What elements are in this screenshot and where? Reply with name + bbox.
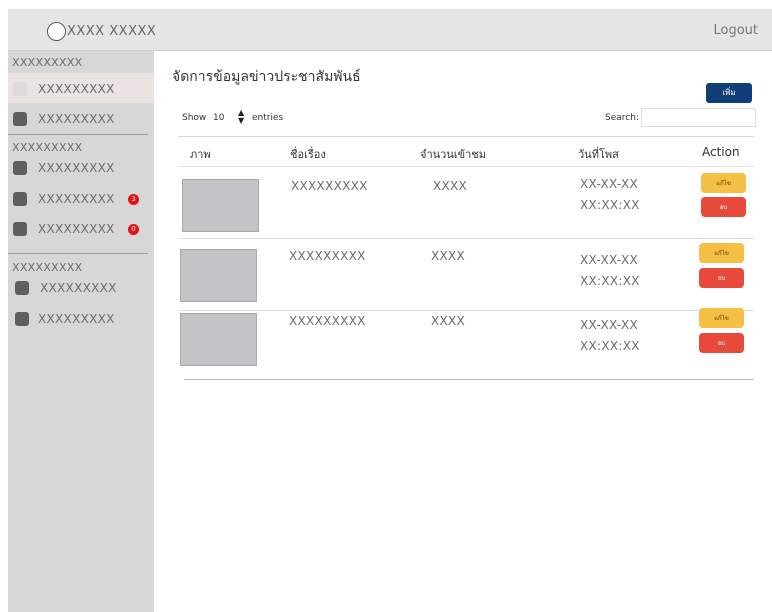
menu-square-icon — [13, 112, 27, 126]
table-header-border — [178, 166, 754, 167]
news-time: XX:XX:XX — [580, 339, 640, 353]
page-title: จัดการข้อมูลข่าวประชาสัมพันธ์ — [172, 69, 361, 85]
table-bottom-border — [184, 379, 754, 380]
table-top-border — [178, 136, 754, 137]
news-views: XXXX — [431, 249, 466, 263]
sort-arrows-icon: ▲ ▼ — [238, 108, 245, 125]
add-button[interactable]: เพิ่ม — [706, 83, 752, 103]
menu-square-icon — [13, 161, 27, 175]
news-title: XXXXXXXXX — [289, 314, 366, 328]
column-header-action: Action — [702, 145, 740, 159]
news-title: XXXXXXXXX — [289, 249, 366, 263]
sidebar-item-label: XXXXXXXXX — [38, 161, 115, 175]
column-header-views: จำนวนเข้าชม — [420, 148, 487, 161]
menu-square-icon — [13, 192, 27, 206]
entries-label: entries — [252, 113, 284, 123]
entries-value: 10 — [213, 113, 225, 123]
news-thumbnail — [180, 249, 257, 302]
column-header-image: ภาพ — [190, 148, 211, 161]
sidebar-item[interactable]: XXXXXXXXX 0 — [8, 216, 154, 242]
sidebar: XXXXXXXXX XXXXXXXXX XXXXXXXXX XXXXXXXXX … — [8, 51, 154, 612]
menu-square-icon — [13, 222, 27, 236]
news-date: XX-XX-XX — [580, 177, 638, 191]
entries-select[interactable]: 10 ▲ ▼ — [208, 109, 248, 127]
sidebar-item[interactable]: XXXXXXXXX — [8, 73, 154, 103]
column-header-date: วันที่โพส — [578, 148, 619, 161]
search-label: Search: — [605, 113, 639, 123]
sidebar-item[interactable]: XXXXXXXXX — [8, 306, 154, 332]
edit-button[interactable]: แก้ไข — [701, 173, 746, 193]
sidebar-item-label: XXXXXXXXX — [38, 312, 115, 326]
notification-badge: 3 — [128, 194, 139, 205]
row-divider — [178, 310, 754, 311]
news-views: XXXX — [431, 314, 466, 328]
edit-button[interactable]: แก้ไข — [699, 243, 744, 263]
news-time: XX:XX:XX — [580, 274, 640, 288]
news-title: XXXXXXXXX — [291, 179, 368, 193]
top-header: XXXX XXXXX Logout — [8, 9, 772, 51]
delete-button[interactable]: ลบ — [699, 268, 744, 288]
sidebar-divider — [8, 253, 148, 254]
row-divider — [178, 238, 754, 239]
column-header-title: ชื่อเรื่อง — [290, 148, 326, 161]
menu-square-icon — [15, 281, 29, 295]
sidebar-section-title: XXXXXXXXX — [12, 261, 83, 274]
search-input[interactable] — [641, 108, 756, 127]
sidebar-item[interactable]: XXXXXXXXX 3 — [8, 186, 154, 212]
edit-button[interactable]: แก้ไข — [699, 308, 744, 328]
notification-badge: 0 — [128, 224, 139, 235]
logout-link[interactable]: Logout — [713, 23, 758, 38]
sidebar-item[interactable]: XXXXXXXXX — [8, 275, 154, 301]
sidebar-item-label: XXXXXXXXX — [38, 112, 115, 126]
sidebar-item-label: XXXXXXXXX — [40, 281, 117, 295]
sidebar-item[interactable]: XXXXXXXXX — [8, 106, 154, 132]
menu-square-icon — [13, 82, 27, 96]
brand-name: XXXX XXXXX — [67, 24, 157, 39]
sidebar-section-title: XXXXXXXXX — [12, 141, 83, 154]
sidebar-item-label: XXXXXXXXX — [38, 82, 115, 96]
news-date: XX-XX-XX — [580, 318, 638, 332]
news-views: XXXX — [433, 179, 468, 193]
menu-square-icon — [15, 312, 29, 326]
news-thumbnail — [182, 179, 259, 232]
logo-circle-icon — [47, 22, 66, 41]
sidebar-section-title: XXXXXXXXX — [12, 56, 83, 69]
delete-button[interactable]: ลบ — [701, 197, 746, 217]
show-label: Show — [182, 113, 207, 123]
news-time: XX:XX:XX — [580, 198, 640, 212]
sidebar-divider — [8, 134, 148, 135]
news-date: XX-XX-XX — [580, 253, 638, 267]
delete-button[interactable]: ลบ — [699, 333, 744, 353]
news-thumbnail — [180, 313, 257, 366]
sidebar-item[interactable]: XXXXXXXXX — [8, 155, 154, 181]
sidebar-item-label: XXXXXXXXX — [38, 222, 115, 236]
sidebar-item-label: XXXXXXXXX — [38, 192, 115, 206]
